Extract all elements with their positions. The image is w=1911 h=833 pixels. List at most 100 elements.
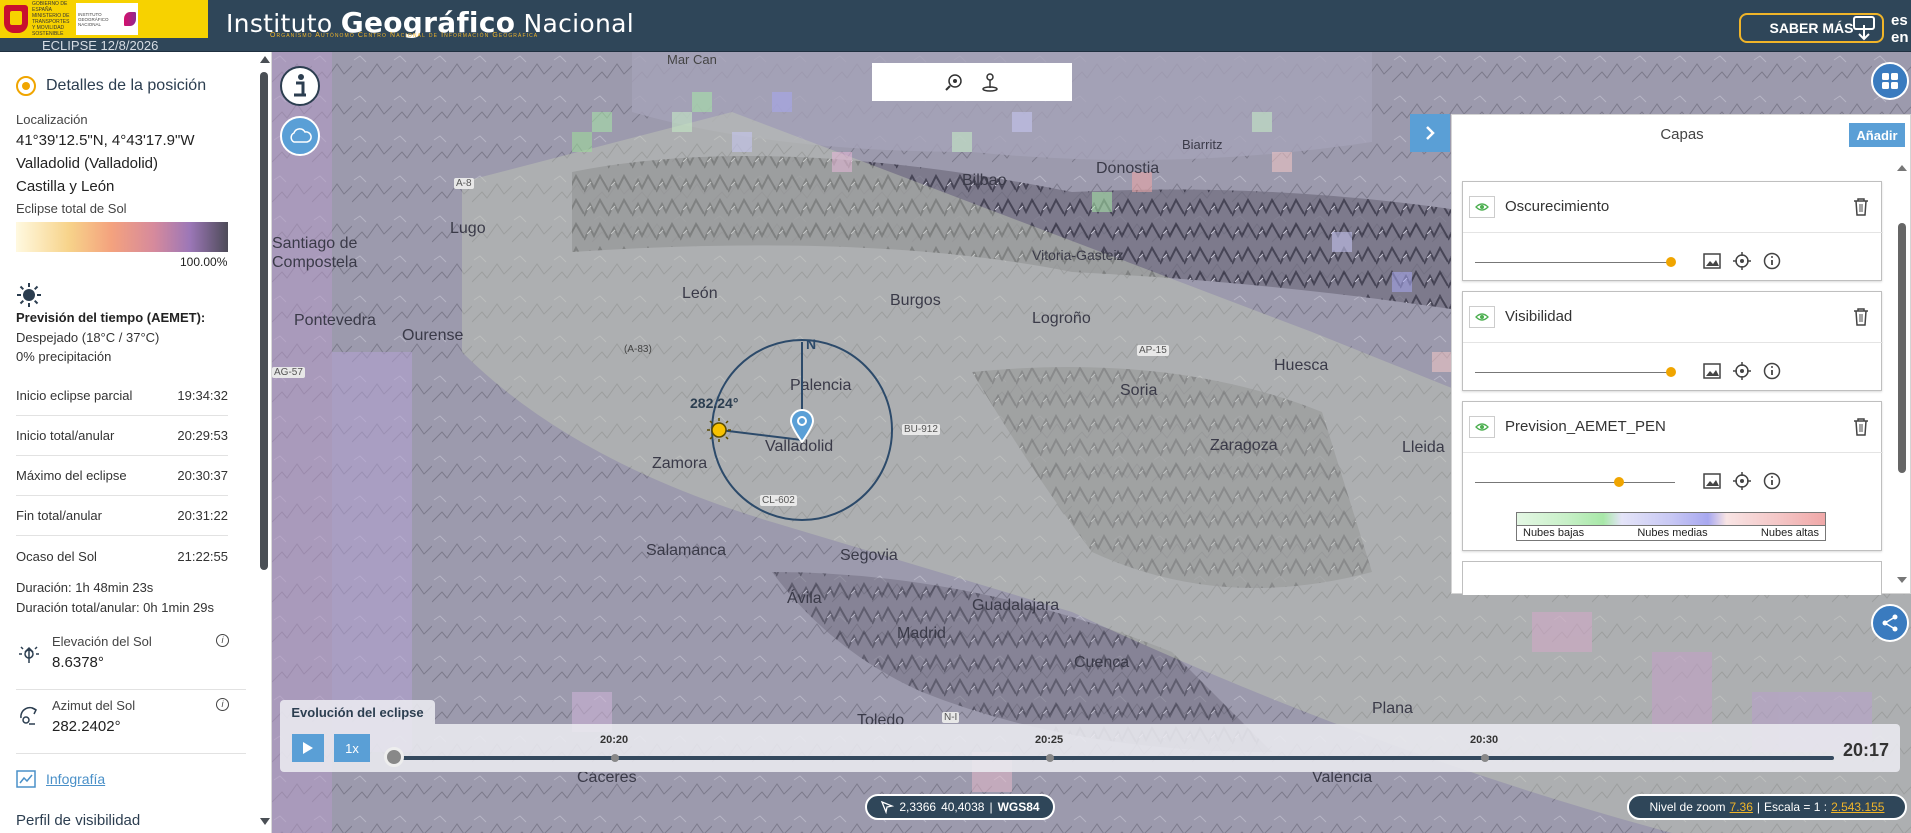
government-logo: GOBIERNO DE ESPAÑA MINISTERIO DE TRANSPOR…	[0, 0, 208, 38]
ministry-name: GOBIERNO DE ESPAÑA	[32, 1, 68, 13]
layer-opacity-knob[interactable]	[1614, 477, 1624, 487]
share-button[interactable]	[1871, 604, 1909, 642]
download-icon[interactable]	[1852, 15, 1876, 41]
sidebar-scroll-thumb[interactable]	[260, 72, 268, 570]
infographic-icon	[16, 770, 36, 788]
time-value: 20:29:53	[177, 428, 228, 443]
infografia-label[interactable]: Infografía	[46, 771, 105, 787]
layers-scrollbar[interactable]	[1895, 159, 1909, 589]
weather-layer-button[interactable]	[280, 116, 320, 156]
obscuration-gradient-bar	[16, 222, 228, 252]
zoom-to-layer-icon[interactable]	[1733, 472, 1751, 490]
info-button[interactable]	[280, 66, 320, 106]
map-label-city: Donostia	[1096, 160, 1160, 177]
eclipse-icon	[16, 76, 36, 96]
timeline-track[interactable]	[394, 756, 1834, 760]
layer-card-visibilidad: Visibilidad	[1462, 291, 1883, 391]
coordinates-value: 41°39'12.5"N, 4°43'17.9"W	[16, 132, 195, 149]
layer-tools	[1703, 472, 1781, 490]
map-label-city: Biarritz	[1182, 137, 1223, 152]
layer-card-partial	[1462, 561, 1882, 595]
layers-panel: Capas Añadir Oscurecimiento Visibilidad …	[1451, 114, 1911, 595]
sun-azimuth-map-label: 282.24°	[690, 395, 739, 411]
zoom-to-layer-icon[interactable]	[1733, 252, 1751, 270]
layer-opacity-slider[interactable]	[1475, 372, 1675, 373]
city-value: Valladolid (Valladolid)	[16, 155, 159, 172]
image-icon[interactable]	[1703, 473, 1721, 489]
delete-layer-icon[interactable]	[1853, 418, 1869, 436]
scale-value[interactable]: 2.543.155	[1831, 800, 1884, 814]
layer-visibility-toggle[interactable]	[1469, 306, 1495, 328]
layer-opacity-slider[interactable]	[1475, 482, 1675, 483]
add-layer-button[interactable]: Añadir	[1849, 123, 1905, 147]
layer-panel-toggle[interactable]	[1410, 114, 1450, 152]
map-label-city: Salamanca	[646, 542, 727, 559]
map-label-city: Bilbao	[962, 172, 1007, 189]
image-icon[interactable]	[1703, 253, 1721, 269]
infografia-link[interactable]: Infografía	[16, 770, 105, 788]
sun-azimuth-label: Azimut del Sol	[52, 698, 136, 713]
coord-separator: |	[989, 800, 993, 814]
time-value: 20:31:22	[177, 508, 228, 523]
app-subtitle: Organismo Autónomo Centro Nacional de In…	[270, 32, 539, 39]
time-value: 21:22:55	[177, 548, 228, 564]
lang-es[interactable]: es	[1891, 12, 1909, 29]
image-icon[interactable]	[1703, 363, 1721, 379]
map-label-city: Ourense	[402, 327, 464, 344]
layer-tools	[1703, 362, 1781, 380]
layer-info-icon[interactable]	[1763, 362, 1781, 380]
layer-opacity-slider[interactable]	[1475, 262, 1675, 263]
sun-elevation-value: 8.6378°	[52, 654, 104, 671]
time-row: Fin total/anular 20:31:22	[16, 496, 228, 536]
play-icon	[303, 742, 313, 754]
lang-en[interactable]: en	[1891, 29, 1909, 46]
scroll-up-arrow-icon[interactable]	[260, 56, 270, 63]
language-selector[interactable]: es en	[1891, 12, 1909, 46]
map-toolbar	[872, 63, 1072, 101]
eye-icon	[1475, 423, 1489, 431]
layer-visibility-toggle[interactable]	[1469, 196, 1495, 218]
weather-precipitation: 0% precipitación	[16, 349, 112, 364]
time-row: Máximo del eclipse 20:30:37	[16, 456, 228, 496]
cloud-legend-labels: Nubes bajas Nubes medias Nubes altas	[1516, 526, 1826, 541]
timeline-tick-label: 20:25	[1035, 734, 1064, 746]
eye-icon	[1475, 313, 1489, 321]
road-label: CL-602	[760, 495, 797, 506]
delete-layer-icon[interactable]	[1853, 308, 1869, 326]
scroll-down-arrow-icon[interactable]	[260, 818, 270, 825]
duration-total-text: Duración total/anular: 0h 1min 29s	[16, 600, 215, 615]
zoom-value[interactable]: 7.36	[1730, 800, 1753, 814]
play-button[interactable]	[292, 734, 324, 762]
layer-opacity-knob[interactable]	[1666, 257, 1676, 267]
location-pin-icon[interactable]	[789, 409, 815, 443]
layer-name: Prevision_AEMET_PEN	[1505, 418, 1666, 435]
timeline-tick-dot	[1481, 754, 1489, 762]
share-icon	[1882, 614, 1898, 632]
map-label-city: Logroño	[1032, 310, 1091, 327]
weather-description: Despejado (18°C / 37°C)	[16, 330, 160, 345]
speed-button[interactable]: 1x	[334, 734, 370, 762]
timeline-tick-label: 20:20	[600, 734, 629, 746]
perfil-visibilidad-heading: Perfil de visibilidad	[16, 812, 141, 829]
layer-info-icon[interactable]	[1763, 472, 1781, 490]
cloud-legend: Nubes bajas Nubes medias Nubes altas	[1516, 512, 1826, 541]
sun-marker-icon	[707, 418, 731, 442]
info-icon[interactable]: i	[216, 634, 229, 647]
base-map-selector-button[interactable]	[1871, 62, 1909, 100]
layer-visibility-toggle[interactable]	[1469, 416, 1495, 438]
weather-title: Previsión del tiempo (AEMET):	[16, 310, 206, 325]
search-location-icon[interactable]	[945, 73, 963, 91]
layer-opacity-knob[interactable]	[1666, 367, 1676, 377]
layer-info-icon[interactable]	[1763, 252, 1781, 270]
timeline-slider-knob[interactable]	[384, 747, 404, 767]
zoom-separator: |	[1756, 800, 1761, 814]
chevron-right-icon	[1426, 126, 1435, 140]
layer-divider	[1463, 232, 1883, 233]
localizacion-label: Localización	[16, 112, 88, 127]
place-marker-icon[interactable]	[981, 72, 999, 92]
info-icon[interactable]: i	[216, 698, 229, 711]
zoom-to-layer-icon[interactable]	[1733, 362, 1751, 380]
time-label: Inicio eclipse parcial	[16, 388, 133, 403]
delete-layer-icon[interactable]	[1853, 198, 1869, 216]
map-label-city: Zaragoza	[1210, 437, 1278, 454]
